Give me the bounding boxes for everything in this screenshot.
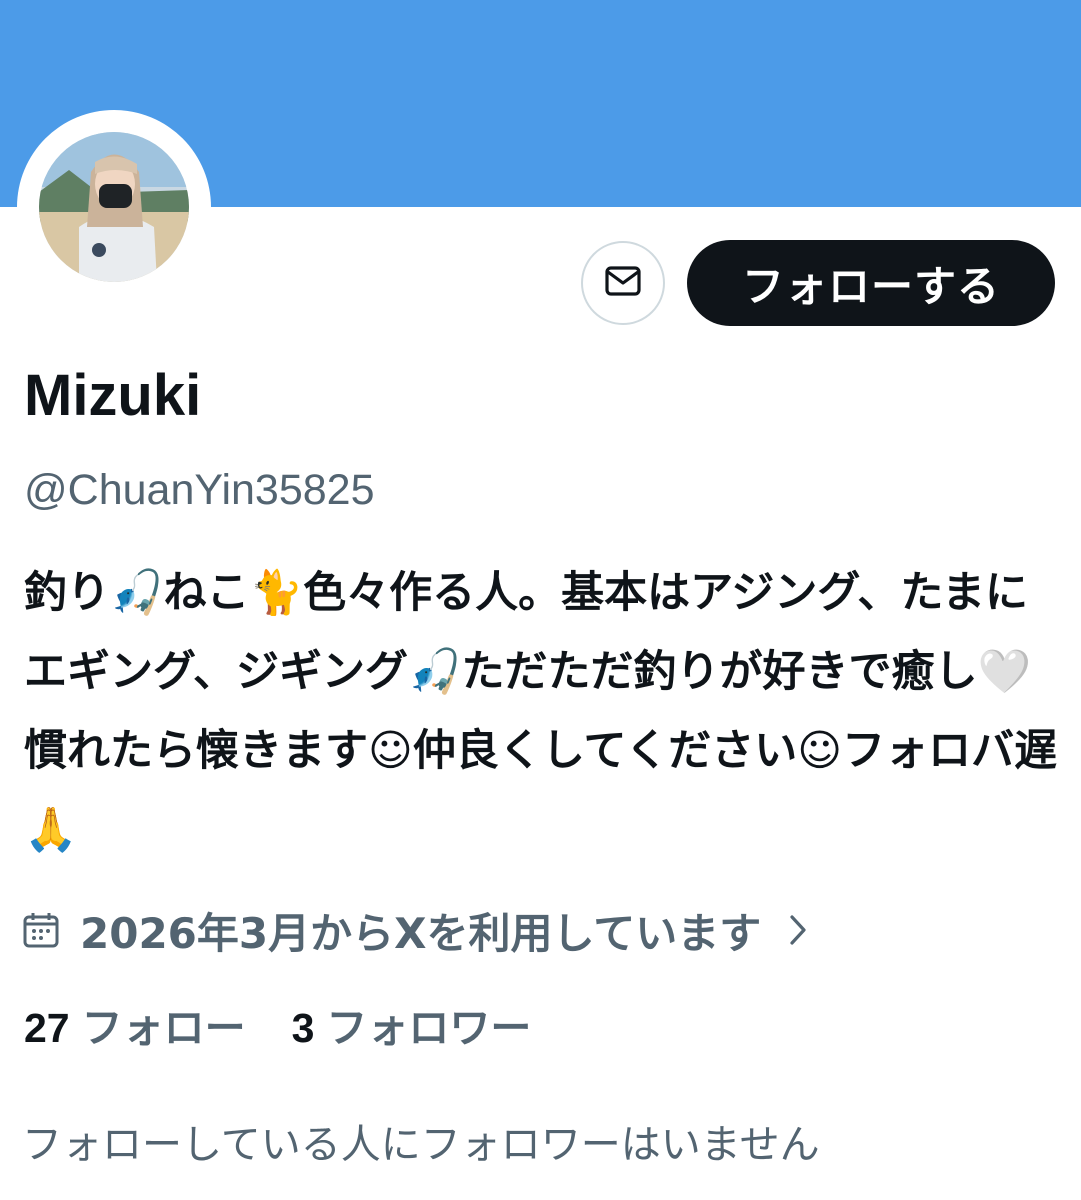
avatar-image <box>39 132 189 282</box>
joined-date-text: 2026年3月からXを利用しています <box>80 908 762 958</box>
message-button[interactable] <box>581 241 665 325</box>
mail-icon <box>605 266 641 300</box>
follow-button[interactable]: フォローする <box>687 240 1055 326</box>
calendar-icon <box>22 911 60 949</box>
following-link[interactable]: 27 フォロー <box>24 994 246 1054</box>
chevron-right-icon <box>787 912 809 948</box>
followers-label: フォロワー <box>326 1004 532 1052</box>
display-name: Mizuki <box>24 363 202 428</box>
profile-bio: 釣り🎣ねこ🐈色々作る人。基本はアジング、たまにエギング、ジギング🎣ただただ釣りが… <box>24 568 1058 855</box>
following-count: 27 <box>24 1005 70 1051</box>
followers-count: 3 <box>291 1005 315 1051</box>
followers-link[interactable]: 3 フォロワー <box>292 994 532 1054</box>
follow-stats: 27 フォロー 3 フォロワー <box>24 994 577 1054</box>
avatar[interactable] <box>17 110 211 304</box>
joined-date-row[interactable]: 2026年3月からXを利用しています <box>22 900 809 960</box>
following-label: フォロー <box>81 1004 246 1052</box>
followers-you-know-text: フォローしている人にフォロワーはいません <box>22 1122 820 1168</box>
follow-button-label: フォローする <box>741 261 1000 311</box>
username-handle: @ChuanYin35825 <box>24 466 375 514</box>
